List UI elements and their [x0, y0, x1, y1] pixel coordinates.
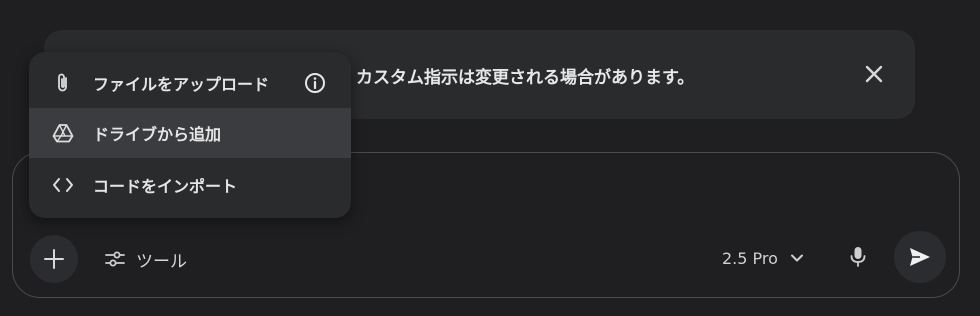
- microphone-icon: [850, 247, 866, 267]
- tools-button[interactable]: ツール: [94, 240, 197, 278]
- close-icon: [865, 65, 883, 83]
- banner-close-button[interactable]: [856, 56, 892, 92]
- send-icon: [910, 248, 930, 266]
- attachment-menu: ファイルをアップロード ドライブから追加 コードをインポート: [29, 52, 351, 218]
- banner-message: カスタム指示は変更される場合があります。: [356, 67, 695, 88]
- menu-item-label: コードをインポート: [93, 177, 238, 196]
- send-button[interactable]: [894, 231, 946, 283]
- menu-item-add-from-drive[interactable]: ドライブから追加: [29, 108, 351, 158]
- chevron-down-icon: [790, 254, 803, 262]
- menu-item-label: ドライブから追加: [93, 125, 222, 144]
- drive-icon: [51, 121, 75, 145]
- paperclip-icon: [51, 71, 75, 95]
- code-icon: [51, 173, 75, 197]
- model-selector[interactable]: 2.5 Pro: [712, 240, 814, 276]
- menu-item-import-code[interactable]: コードをインポート: [29, 160, 351, 210]
- plus-icon: [44, 249, 64, 269]
- tools-label: ツール: [136, 251, 187, 272]
- info-icon[interactable]: [303, 71, 327, 95]
- sliders-icon: [105, 251, 125, 267]
- gemini-chat-screen: カスタム指示は変更される場合があります。 ツール 2.5 Pro ファイルをアッ…: [0, 0, 980, 316]
- add-attachment-button[interactable]: [30, 235, 78, 283]
- menu-item-label: ファイルをアップロード: [93, 75, 270, 94]
- menu-item-upload-file[interactable]: ファイルをアップロード: [29, 58, 351, 108]
- model-label: 2.5 Pro: [722, 248, 778, 268]
- microphone-button[interactable]: [838, 237, 878, 277]
